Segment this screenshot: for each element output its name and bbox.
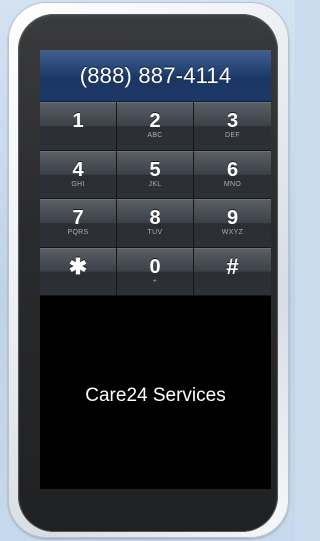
- service-name: Care24 Services: [85, 385, 226, 406]
- key-5[interactable]: 5 JKL: [117, 150, 194, 199]
- key-9[interactable]: 9 WXYZ: [194, 199, 271, 248]
- key-letters: WXYZ: [221, 229, 244, 237]
- dial-keypad: 1 2 ABC 3 DEF 4 GHI 5 JKL 6 MNO 7 PQRS 8: [40, 102, 271, 296]
- key-1[interactable]: 1: [40, 102, 117, 151]
- phone-number: (888) 887-4114: [79, 62, 232, 88]
- key-2[interactable]: 2 ABC: [117, 102, 194, 151]
- key-digit: 1: [72, 110, 84, 133]
- key-letters: PQRS: [67, 229, 89, 237]
- key-0[interactable]: 0 +: [117, 247, 194, 296]
- key-digit: 7: [72, 207, 84, 230]
- key-digit: 9: [226, 207, 239, 230]
- key-letters: GHI: [71, 180, 85, 188]
- number-display: (888) 887-4114: [40, 50, 271, 102]
- key-letters: MNO: [223, 180, 242, 188]
- key-letters: ABC: [147, 132, 163, 140]
- key-4[interactable]: 4 GHI: [40, 150, 117, 199]
- key-8[interactable]: 8 TUV: [117, 199, 194, 248]
- key-digit: 5: [149, 158, 161, 181]
- key-6[interactable]: 6 MNO: [194, 150, 271, 199]
- key-digit: 2: [149, 110, 161, 133]
- key-letters: TUV: [147, 229, 163, 237]
- key-hash[interactable]: #: [194, 247, 271, 296]
- key-7[interactable]: 7 PQRS: [40, 199, 117, 248]
- key-digit: 3: [226, 110, 239, 133]
- key-letters: JKL: [148, 180, 162, 188]
- key-letters: DEF: [225, 132, 240, 140]
- key-digit: 0: [149, 255, 161, 278]
- key-star[interactable]: ✱: [40, 247, 117, 296]
- key-digit: ✱: [68, 253, 88, 279]
- phone-screen: (888) 887-4114 1 2 ABC 3 DEF 4 GHI 5 JKL…: [40, 50, 271, 489]
- key-3[interactable]: 3 DEF: [194, 102, 271, 151]
- key-letters: +: [152, 277, 158, 285]
- key-digit: 4: [72, 158, 84, 181]
- key-digit: 8: [149, 207, 161, 230]
- key-digit: 6: [226, 158, 239, 181]
- key-digit: #: [226, 253, 239, 279]
